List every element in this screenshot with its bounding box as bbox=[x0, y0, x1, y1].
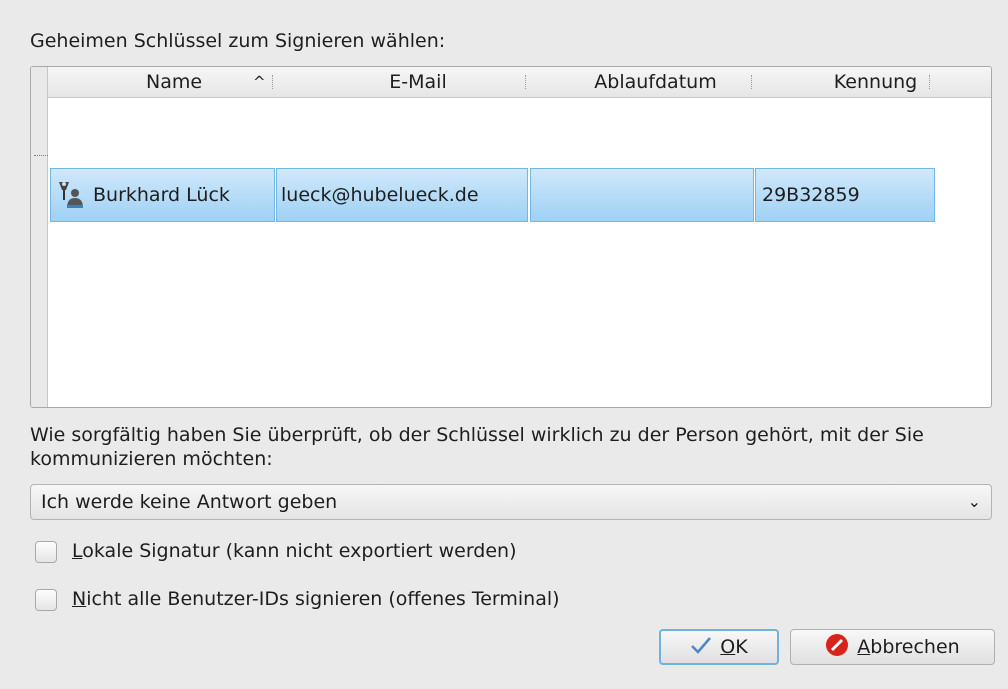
column-header-email-label: E-Mail bbox=[389, 71, 447, 93]
local-signature-checkbox[interactable] bbox=[35, 541, 57, 563]
table-row[interactable]: Burkhard Lück bbox=[50, 168, 275, 222]
column-header-expiry[interactable]: Ablaufdatum bbox=[543, 67, 768, 97]
trust-level-value: Ich werde keine Antwort geben bbox=[41, 491, 338, 513]
cancel-mnemonic: A bbox=[857, 636, 871, 658]
column-separator[interactable] bbox=[272, 75, 275, 89]
table-gutter bbox=[31, 67, 48, 407]
local-signature-label[interactable]: Lokale Signatur (kann nicht exportiert w… bbox=[72, 540, 517, 562]
column-separator[interactable] bbox=[751, 75, 754, 89]
column-separator[interactable] bbox=[525, 75, 528, 89]
partial-uid-checkbox[interactable] bbox=[35, 589, 57, 611]
cancel-button[interactable]: Abbrechen bbox=[790, 629, 995, 665]
row-email-cell: lueck@hubelueck.de bbox=[276, 168, 528, 222]
row-id-cell: 29B32859 bbox=[755, 168, 935, 222]
column-separator[interactable] bbox=[929, 75, 932, 89]
ok-button[interactable]: OK bbox=[659, 629, 779, 665]
column-header-id-label: Kennung bbox=[833, 71, 918, 93]
row-expiry-cell bbox=[530, 168, 754, 222]
partial-uid-mnemonic: N bbox=[72, 588, 87, 610]
partial-uid-label[interactable]: Nicht alle Benutzer-IDs signieren (offen… bbox=[72, 588, 560, 610]
partial-uid-text: icht alle Benutzer-IDs signieren (offene… bbox=[86, 588, 560, 610]
trust-level-select[interactable]: Ich werde keine Antwort geben ⌄ bbox=[30, 484, 992, 520]
key-table[interactable]: Name ^ E-Mail Ablaufdatum Kennung Burkha… bbox=[30, 66, 992, 408]
sort-ascending-icon[interactable]: ^ bbox=[253, 67, 266, 97]
dialog-prompt: Geheimen Schlüssel zum Signieren wählen: bbox=[30, 30, 446, 52]
local-signature-mnemonic: L bbox=[72, 540, 83, 562]
column-header-expiry-label: Ablaufdatum bbox=[594, 71, 717, 93]
local-signature-text: okale Signatur (kann nicht exportiert we… bbox=[82, 540, 517, 562]
gutter-dots bbox=[34, 155, 48, 156]
trust-question: Wie sorgfältig haben Sie überprüft, ob d… bbox=[30, 424, 924, 470]
cancel-label: bbrechen bbox=[870, 636, 960, 658]
table-header: Name ^ E-Mail Ablaufdatum Kennung bbox=[48, 67, 991, 98]
column-header-id[interactable]: Kennung bbox=[768, 67, 983, 97]
row-name-cell: Burkhard Lück bbox=[93, 184, 230, 206]
cancel-icon bbox=[825, 633, 849, 662]
checkmark-icon bbox=[690, 636, 712, 659]
ok-mnemonic: O bbox=[720, 636, 736, 658]
column-header-name[interactable]: Name ^ bbox=[48, 67, 293, 97]
ok-label: K bbox=[735, 636, 748, 658]
secret-key-icon bbox=[55, 179, 85, 211]
column-header-name-label: Name bbox=[146, 71, 203, 93]
column-header-email[interactable]: E-Mail bbox=[293, 67, 543, 97]
chevron-down-icon: ⌄ bbox=[967, 492, 981, 511]
